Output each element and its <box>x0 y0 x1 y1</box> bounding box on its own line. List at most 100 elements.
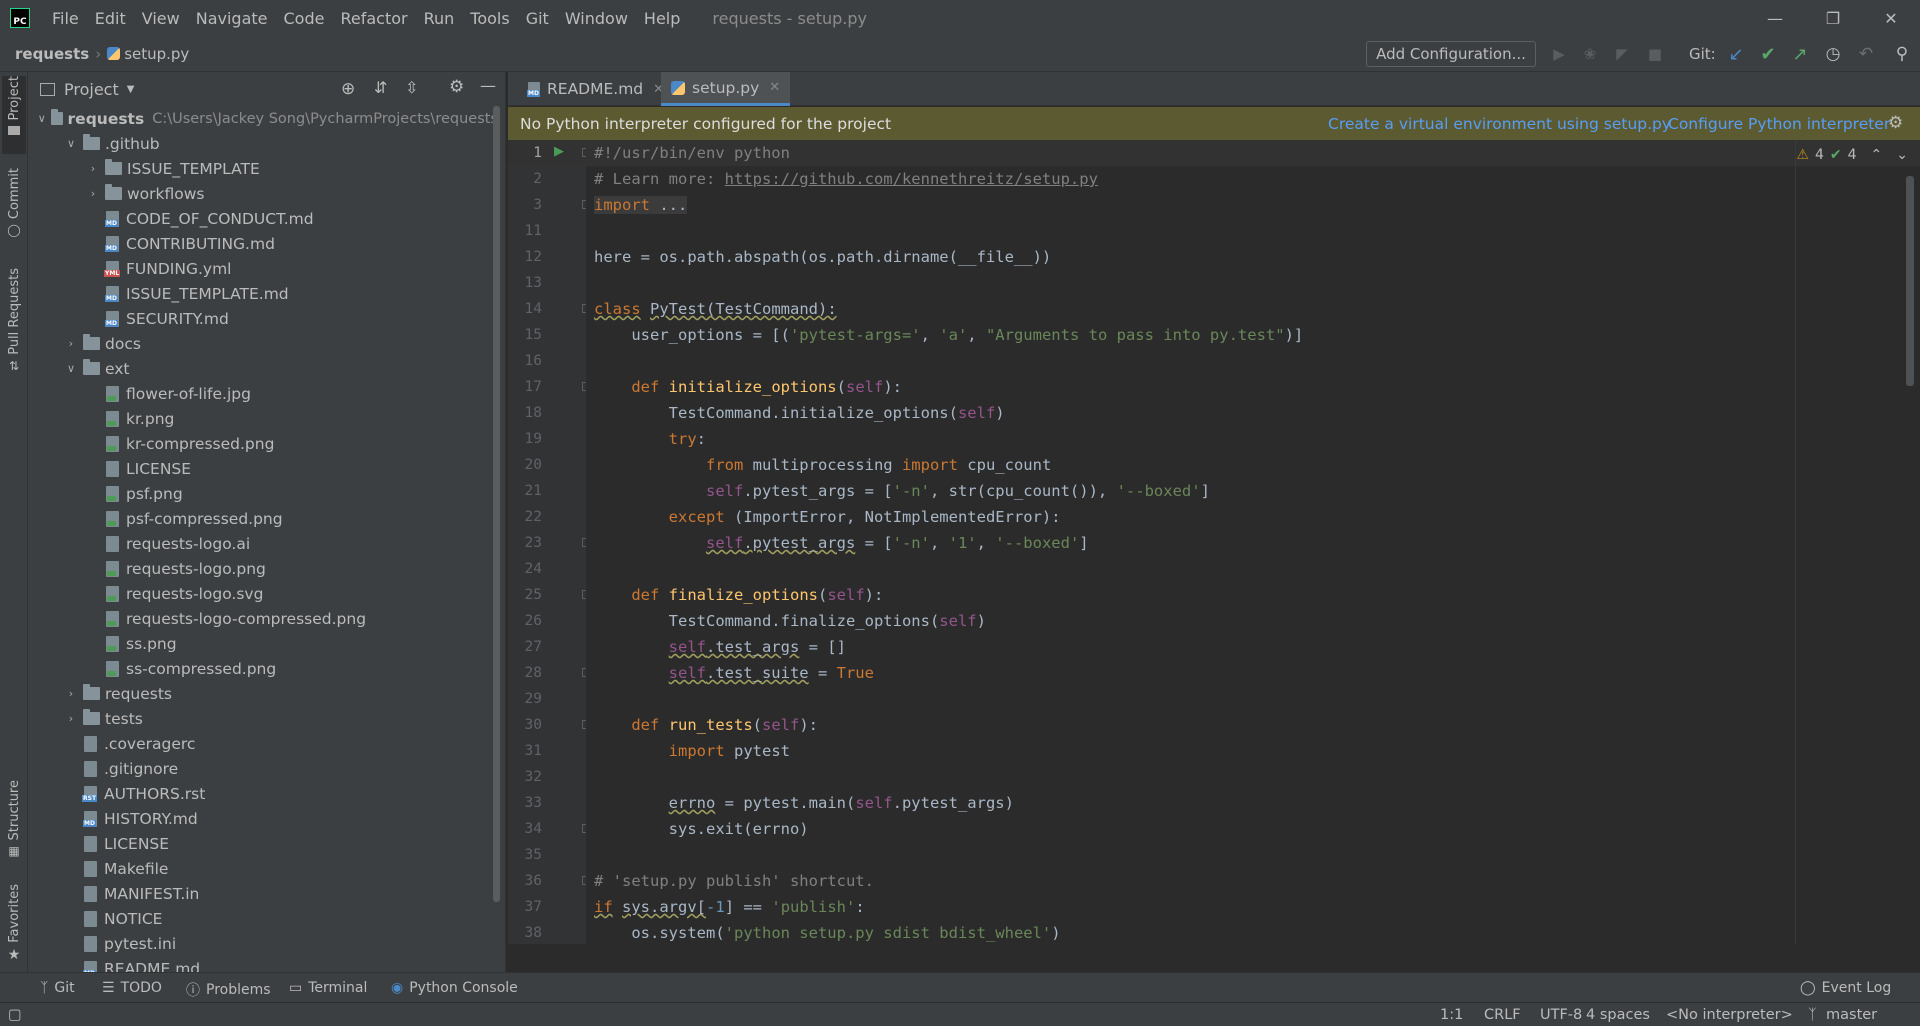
history-icon[interactable]: ◷ <box>1823 44 1843 64</box>
tree-file[interactable]: README.md <box>28 956 498 972</box>
tree-file[interactable]: LICENSE <box>28 456 498 481</box>
tree-folder[interactable]: ∨ ext <box>28 356 498 381</box>
editor-gutter[interactable]: 1 2 3 11 12 13 14 15 16 17 18 19 20 21 22 23 24 25 26 27 28 2… <box>508 140 591 944</box>
file-encoding[interactable]: UTF-8 <box>1540 1007 1582 1023</box>
menu-code[interactable]: Code <box>284 9 325 28</box>
tree-file[interactable]: .coveragerc <box>28 731 498 756</box>
tool-todo[interactable]: ☰ TODO <box>102 980 162 996</box>
debug-icon[interactable]: ❀ <box>1580 44 1600 64</box>
stop-icon[interactable]: ■ <box>1645 44 1665 64</box>
search-icon[interactable]: ⚲ <box>1892 44 1912 64</box>
minimize-icon[interactable]: — <box>1746 0 1804 36</box>
git-update-icon[interactable]: ↙ <box>1726 44 1746 65</box>
chevron-down-icon[interactable]: ∨ <box>64 137 78 150</box>
editor-scrollbar[interactable] <box>1906 176 1914 386</box>
tree-folder[interactable]: › tests <box>28 706 498 731</box>
chevron-right-icon[interactable]: › <box>64 687 78 700</box>
tree-file[interactable]: kr-compressed.png <box>28 431 498 456</box>
git-push-icon[interactable]: ↗ <box>1790 44 1810 65</box>
tool-tab-structure[interactable]: Structure ▦ <box>2 780 26 858</box>
chevron-right-icon[interactable]: › <box>64 337 78 350</box>
next-highlight-icon[interactable]: ⌄ <box>1896 147 1908 163</box>
gear-icon[interactable]: ⚙ <box>449 77 464 97</box>
tree-file[interactable]: CODE_OF_CONDUCT.md <box>28 206 498 231</box>
tree-file[interactable]: LICENSE <box>28 831 498 856</box>
configure-interpreter-link[interactable]: Configure Python interpreter <box>1668 115 1890 133</box>
chevron-right-icon[interactable]: › <box>64 712 78 725</box>
tree-file[interactable]: ss-compressed.png <box>28 656 498 681</box>
code-editor[interactable]: #!/usr/bin/env python # Learn more: http… <box>586 140 1920 944</box>
tree-file[interactable]: HISTORY.md <box>28 806 498 831</box>
collapse-all-icon[interactable]: ⇳ <box>405 78 418 97</box>
git-branch[interactable]: master <box>1826 1007 1877 1023</box>
menu-tools[interactable]: Tools <box>470 9 509 28</box>
tree-file[interactable]: requests-logo.ai <box>28 531 498 556</box>
tool-problems[interactable]: ⓘ Problems <box>186 980 271 1000</box>
chevron-down-icon[interactable]: ▼ <box>127 84 135 95</box>
menu-file[interactable]: File <box>52 9 79 28</box>
tree-folder[interactable]: › requests <box>28 681 498 706</box>
tree-file[interactable]: psf-compressed.png <box>28 506 498 531</box>
chevron-right-icon[interactable]: › <box>86 162 100 175</box>
tool-python-console[interactable]: ◉ Python Console <box>391 980 518 996</box>
expand-all-icon[interactable]: ⇵ <box>374 78 387 97</box>
tool-tab-project[interactable]: Project <box>2 76 26 154</box>
tool-tab-commit[interactable]: Commit ◯ <box>2 168 26 237</box>
breadcrumb-file[interactable]: setup.py <box>124 45 189 63</box>
project-tree-scrollbar[interactable] <box>493 106 500 902</box>
menu-view[interactable]: View <box>142 9 180 28</box>
tree-folder[interactable]: ∨ requests C:\Users\Jackey Song\PycharmPro… <box>28 106 498 131</box>
chevron-down-icon[interactable]: ∨ <box>64 362 78 375</box>
tree-file[interactable]: requests-logo.png <box>28 556 498 581</box>
tool-git[interactable]: ᛉ Git <box>40 980 75 996</box>
add-configuration-button[interactable]: Add Configuration... <box>1366 41 1536 67</box>
menu-git[interactable]: Git <box>526 9 549 28</box>
locate-icon[interactable]: ⊕ <box>341 79 355 99</box>
hide-panel-icon[interactable]: — <box>480 76 496 95</box>
run-icon[interactable]: ▶ <box>1549 44 1569 64</box>
tool-tab-pull-requests[interactable]: Pull Requests ⇅ <box>2 268 26 373</box>
tree-file[interactable]: FUNDING.yml <box>28 256 498 281</box>
menu-edit[interactable]: Edit <box>95 9 126 28</box>
line-separator[interactable]: CRLF <box>1484 1007 1521 1023</box>
tree-file[interactable]: AUTHORS.rst <box>28 781 498 806</box>
tree-file[interactable]: CONTRIBUTING.md <box>28 231 498 256</box>
menu-run[interactable]: Run <box>424 9 455 28</box>
git-commit-icon[interactable]: ✔ <box>1758 44 1778 65</box>
tree-file[interactable]: requests-logo.svg <box>28 581 498 606</box>
tree-file[interactable]: ss.png <box>28 631 498 656</box>
tool-tab-favorites[interactable]: Favorites ★ <box>2 884 26 963</box>
previous-highlight-icon[interactable]: ⌃ <box>1871 147 1883 163</box>
caret-position[interactable]: 1:1 <box>1440 1007 1463 1023</box>
rollback-icon[interactable]: ↶ <box>1856 44 1876 64</box>
tree-file[interactable]: flower-of-life.jpg <box>28 381 498 406</box>
chevron-down-icon[interactable]: ∨ <box>37 112 46 125</box>
tree-file[interactable]: kr.png <box>28 406 498 431</box>
restore-icon[interactable]: ❐ <box>1804 0 1862 36</box>
tree-folder[interactable]: › workflows <box>28 181 498 206</box>
breadcrumb-root[interactable]: requests <box>15 45 89 63</box>
tree-file[interactable]: requests-logo-compressed.png <box>28 606 498 631</box>
gear-icon[interactable]: ⚙ <box>1888 113 1903 133</box>
menu-window[interactable]: Window <box>565 9 628 28</box>
create-venv-link[interactable]: Create a virtual environment using setup… <box>1328 115 1671 133</box>
inspection-widget[interactable]: ⚠ 4 ✔ 4 ⌃ ⌄ <box>1796 147 1908 163</box>
tree-file[interactable]: psf.png <box>28 481 498 506</box>
tree-folder[interactable]: › docs <box>28 331 498 356</box>
tree-file[interactable]: .gitignore <box>28 756 498 781</box>
tab-readme[interactable]: README.md ✕ <box>518 72 674 106</box>
toggle-tool-windows-icon[interactable]: ▢ <box>8 1007 22 1023</box>
interpreter-status[interactable]: <No interpreter> <box>1666 1007 1793 1023</box>
chevron-right-icon[interactable]: › <box>86 187 100 200</box>
indent-setting[interactable]: 4 spaces <box>1586 1007 1650 1023</box>
project-view-selector[interactable]: Project <box>64 80 119 99</box>
tool-event-log[interactable]: ◯ Event Log <box>1800 980 1891 996</box>
tree-file[interactable]: MANIFEST.in <box>28 881 498 906</box>
menu-navigate[interactable]: Navigate <box>196 9 268 28</box>
tab-setup-py[interactable]: setup.py ✕ <box>661 72 791 106</box>
close-icon[interactable]: ✕ <box>1862 0 1920 36</box>
tool-terminal[interactable]: ▭ Terminal <box>289 980 367 996</box>
tree-file[interactable]: SECURITY.md <box>28 306 498 331</box>
menu-refactor[interactable]: Refactor <box>340 9 407 28</box>
run-gutter-icon[interactable]: ▶ <box>554 144 564 159</box>
